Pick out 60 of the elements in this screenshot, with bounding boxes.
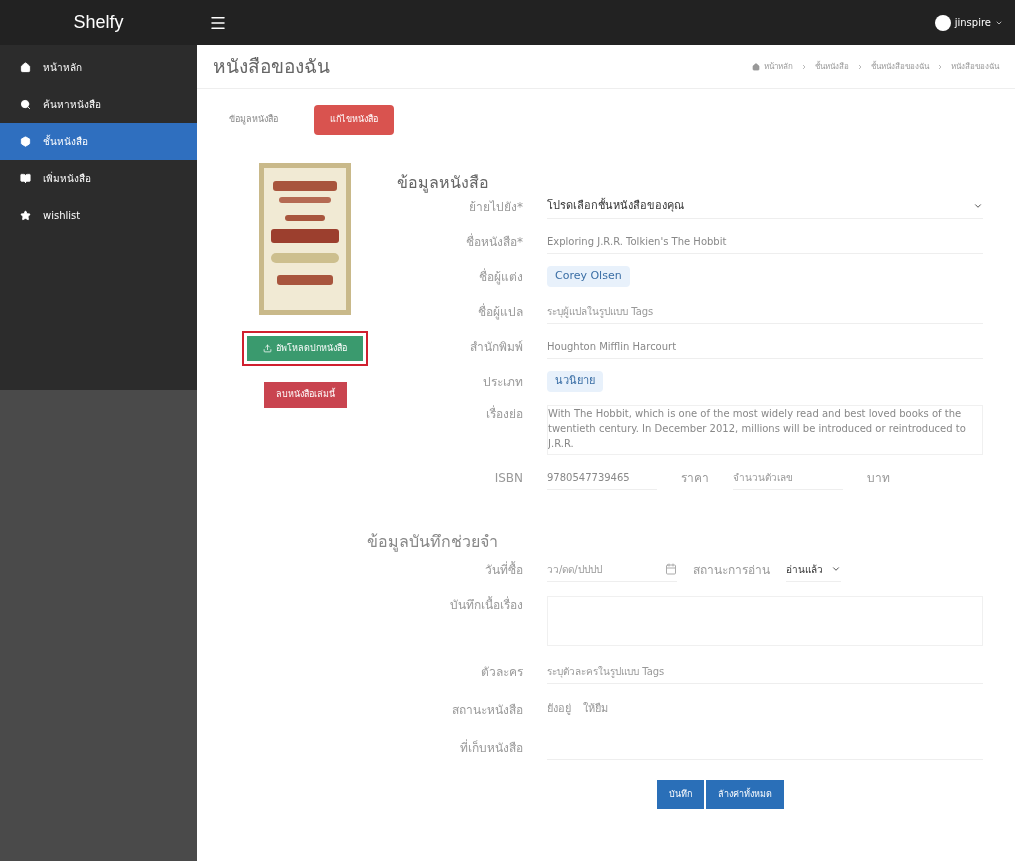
- chevron-icon: [857, 63, 863, 70]
- calendar-icon[interactable]: [665, 563, 677, 575]
- caret-icon: [973, 201, 983, 211]
- field-label: ที่เก็บหนังสือ: [459, 738, 524, 757]
- shelf-select[interactable]: โปรดเลือกชั้นหนังสือของคุณ: [547, 193, 983, 220]
- search-icon: [20, 99, 31, 110]
- breadcrumb-link[interactable]: หน้าหลัก: [764, 60, 793, 73]
- section-title: ข้อมูลบันทึกช่วยจำ: [367, 530, 499, 554]
- page-title: หนังสือของฉัน: [213, 54, 330, 80]
- action-button[interactable]: บันทึก: [656, 779, 704, 809]
- breadcrumb-link[interactable]: ชั้นหนังสือของฉัน: [871, 60, 929, 73]
- upload-cover-button[interactable]: อัพโหลดปกหนังสือ: [247, 335, 363, 361]
- breadcrumb-link[interactable]: ชั้นหนังสือ: [815, 60, 849, 73]
- brand-logo[interactable]: Shelfy: [0, 9, 197, 36]
- field-label: ย้ายไปยัง*: [468, 198, 524, 216]
- delete-book-button[interactable]: ลบหนังสือเล่มนี้: [263, 382, 347, 408]
- date-field[interactable]: วว/ดด/ปปปป: [547, 557, 677, 582]
- field-label: ประเภท: [482, 373, 524, 391]
- sidebar-item[interactable]: ชั้นหนังสือ: [0, 123, 197, 160]
- user-menu[interactable]: jinspire: [954, 15, 1003, 30]
- field-label: วันที่ซื้อ: [484, 560, 524, 579]
- cube-icon: [20, 136, 31, 147]
- book-icon: [20, 173, 31, 184]
- avatar-icon: [934, 14, 951, 31]
- upload-icon: [263, 343, 272, 353]
- field-label: สถานะหนังสือ: [451, 701, 524, 719]
- tab[interactable]: ข้อมูลหนังสือ: [213, 105, 294, 135]
- field-label: เรื่องย่อ: [485, 404, 524, 423]
- field-label: ISBN: [493, 469, 524, 487]
- tab[interactable]: แก้ไขหนังสือ: [314, 105, 394, 135]
- home-icon: [752, 62, 760, 71]
- price-field[interactable]: จำนวนตัวเลข: [733, 465, 843, 490]
- status-option[interactable]: ให้ยืม: [583, 701, 608, 718]
- home-icon: [20, 62, 31, 73]
- sidebar-item[interactable]: wishlist: [0, 197, 197, 234]
- chevron-icon: [937, 63, 943, 70]
- isbn-field[interactable]: 9780547739465: [547, 465, 657, 490]
- sidebar-item[interactable]: หน้าหลัก: [0, 49, 197, 86]
- field-label: ชื่อผู้แต่ง: [478, 267, 524, 286]
- status-option[interactable]: ยังอยู่: [547, 701, 571, 718]
- sidebar-item[interactable]: เพิ่มหนังสือ: [0, 160, 197, 197]
- breadcrumb-link[interactable]: หนังสือของฉัน: [951, 60, 999, 73]
- text-area[interactable]: With The Hobbit, which is one of the most widely read and best loved books of the twentieth century. In December 2012, millions will be introduced or reintroduced to J.R.R.: [547, 404, 983, 455]
- field-label: บันทึกเนื้อเรื่อง: [449, 595, 524, 614]
- field-label: สำนักพิมพ์: [469, 338, 524, 356]
- currency-label: บาท: [867, 469, 890, 487]
- reading-status-label: สถานะการอ่าน: [693, 561, 770, 579]
- field-label: ชื่อหนังสือ*: [465, 232, 524, 251]
- field-label: ชื่อผู้แปล: [477, 302, 524, 321]
- star-icon: [20, 210, 31, 221]
- sidebar-item[interactable]: ค้นหาหนังสือ: [0, 86, 197, 123]
- action-button[interactable]: ล้างค่าทั้งหมด: [705, 779, 784, 809]
- price-label: ราคา: [681, 469, 709, 487]
- chevron-icon: [801, 63, 807, 70]
- field-label: ตัวละคร: [480, 663, 524, 681]
- section-title: ข้อมูลหนังสือ: [397, 171, 490, 195]
- reading-status-select[interactable]: อ่านแล้ว: [786, 557, 841, 582]
- tag: นวนิยาย: [547, 371, 603, 392]
- caret-icon: [831, 564, 841, 574]
- tag: Corey Olsen: [547, 266, 630, 287]
